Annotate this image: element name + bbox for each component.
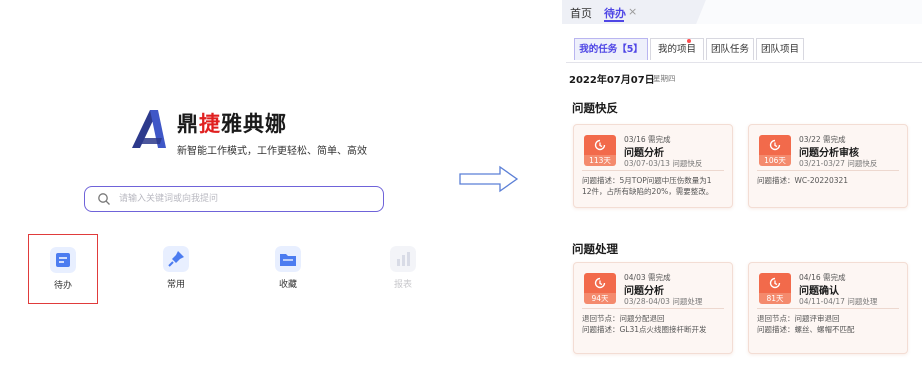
card-divider	[582, 308, 724, 309]
overdue-days: 106天	[759, 155, 791, 166]
task-range: 03/28-04/03 问题处理	[624, 297, 703, 306]
task-title: 问题分析	[624, 148, 664, 159]
task-card[interactable]: 106天 03/22 需完成 问题分析审核 03/21-03/27 问题快反 问…	[748, 124, 908, 208]
subtab-my-tasks[interactable]: 我的任务【5】	[574, 38, 648, 60]
task-title: 问题确认	[799, 286, 839, 297]
section-title: 问题快反	[572, 101, 618, 115]
flow-arrow-icon	[459, 165, 519, 193]
task-card[interactable]: 81天 04/16 需完成 问题确认 04/11-04/17 问题处理 退回节点…	[748, 262, 908, 354]
pin-icon	[163, 246, 189, 272]
card-divider	[582, 170, 724, 171]
section-title: 问题处理	[572, 242, 618, 256]
quick-action-label: 常用	[166, 280, 185, 290]
overdue-days: 81天	[759, 293, 791, 304]
current-date: 2022年07月07日	[569, 75, 655, 86]
card-divider	[757, 170, 899, 171]
tab-todo[interactable]: 待办	[604, 5, 626, 21]
quick-action-report[interactable]: 报表	[368, 234, 438, 304]
overdue-days: 113天	[584, 155, 616, 166]
search-input[interactable]	[119, 190, 369, 208]
clock-icon	[769, 277, 781, 289]
active-tab-indicator	[604, 20, 624, 22]
clock-icon	[594, 139, 606, 151]
subtab-team-tasks[interactable]: 团队任务	[706, 38, 754, 60]
tab-home[interactable]: 首页	[570, 5, 592, 21]
brand-slogan: 新智能工作模式，工作更轻松、简单、高效	[177, 146, 367, 157]
task-range: 03/07-03/13 问题快反	[624, 159, 703, 168]
close-icon[interactable]: ×	[628, 5, 637, 18]
task-description: 问题描述：WC-20220321	[757, 176, 849, 185]
subtab-my-projects[interactable]: 我的项目	[650, 38, 704, 60]
task-range: 03/21-03/27 问题快反	[799, 159, 878, 168]
task-title: 问题分析	[624, 286, 664, 297]
folder-icon	[275, 246, 301, 272]
quick-action-todo[interactable]: 待办	[28, 234, 98, 304]
subtab-team-projects[interactable]: 团队项目	[756, 38, 804, 60]
todo-icon	[50, 247, 76, 273]
quick-action-common[interactable]: 常用	[141, 234, 211, 304]
task-description: 退回节点：问题分配退回 问题描述：GL31点火线圈接杆断开发	[582, 314, 707, 334]
task-title: 问题分析审核	[799, 148, 859, 159]
current-weekday: 星期四	[653, 74, 676, 83]
notification-dot	[687, 39, 691, 43]
overdue-days: 94天	[584, 293, 616, 304]
quick-action-favorites[interactable]: 收藏	[253, 234, 323, 304]
task-card[interactable]: 113天 03/16 需完成 问题分析 03/07-03/13 问题快反 问题描…	[573, 124, 733, 208]
quick-action-label: 收藏	[278, 280, 297, 290]
clock-icon	[769, 139, 781, 151]
task-range: 04/11-04/17 问题处理	[799, 297, 878, 306]
brand-logo-icon	[132, 110, 166, 148]
quick-action-label: 报表	[393, 280, 412, 290]
clock-icon	[594, 277, 606, 289]
card-divider	[757, 308, 899, 309]
task-description: 问题描述：5月TOP问题中压伤数量为1 12件，占所有缺陷的20%，需要整改。	[582, 176, 714, 196]
report-icon	[390, 246, 416, 272]
quick-action-label: 待办	[53, 281, 72, 291]
task-description: 退回节点：问题评审退回 问题描述：螺丝、螺帽不匹配	[757, 314, 855, 334]
brand-name: 鼎捷雅典娜	[177, 112, 287, 136]
search-icon	[98, 193, 110, 205]
task-card[interactable]: 94天 04/03 需完成 问题分析 03/28-04/03 问题处理 退回节点…	[573, 262, 733, 354]
search-box[interactable]	[84, 186, 384, 212]
